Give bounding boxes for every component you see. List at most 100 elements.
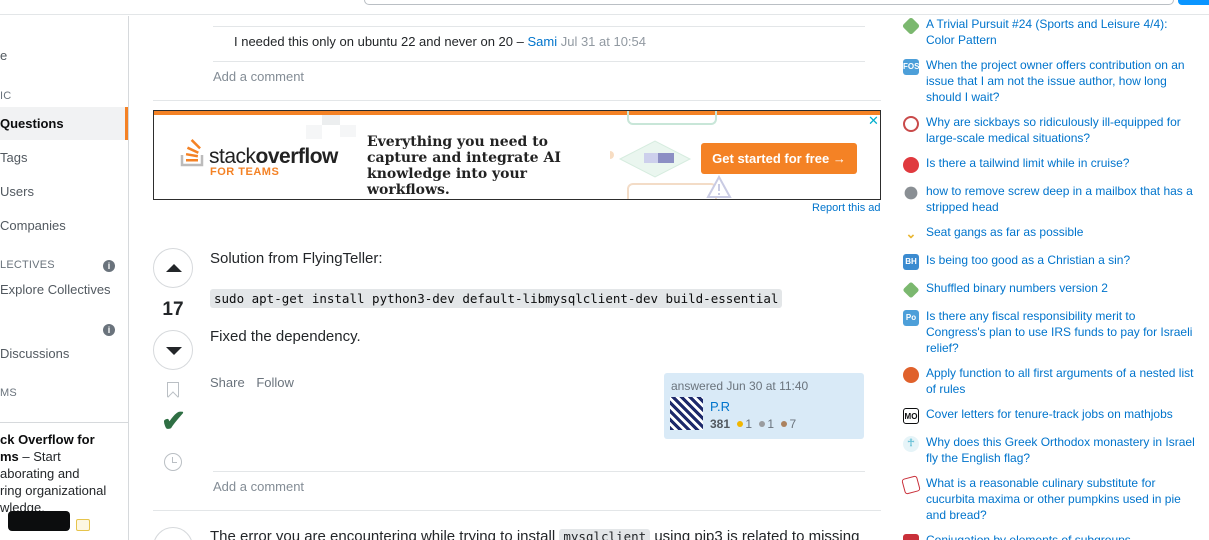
aviation-icon	[903, 157, 919, 173]
upvote-button[interactable]	[153, 527, 193, 540]
stackoverflow-logo-icon	[180, 139, 204, 167]
follow-link[interactable]: Follow	[256, 375, 294, 390]
divider	[213, 471, 865, 472]
hot-question-link[interactable]: how to remove screw deep in a mailbox th…	[926, 183, 1198, 215]
ad-headline: Everything you need to capture and integ…	[367, 134, 561, 198]
hot-question-link[interactable]: Is there a tailwind limit while in cruis…	[926, 155, 1198, 171]
info-icon[interactable]: i	[103, 324, 115, 336]
left-sidebar: e IC Questions Tags Users Companies LECT…	[0, 16, 129, 540]
sidebar-item-home[interactable]: e	[0, 48, 7, 63]
hot-question-link[interactable]: A Trivial Pursuit #24 (Sports and Leisur…	[926, 16, 1198, 48]
gold-badge-count: 1	[745, 417, 753, 431]
user-reputation: 381 1 1 7	[710, 417, 796, 431]
next-answer-text-a: The error you are encountering while try…	[210, 528, 556, 540]
teams-promo: ck Overflow for ms – Start aborating and…	[0, 422, 128, 516]
add-comment-link[interactable]: Add a comment	[213, 479, 304, 494]
hot-question-link[interactable]: Shuffled binary numbers version 2	[926, 280, 1198, 296]
ad-cta-button[interactable]: Get started for free →	[701, 143, 857, 174]
bronze-badge-count: 7	[789, 417, 797, 431]
history-icon: ☥	[903, 436, 919, 452]
code-snippet: sudo apt-get install python3-dev default…	[210, 289, 783, 308]
report-ad-link[interactable]: Report this ad	[812, 202, 880, 214]
codegolf-icon	[902, 281, 920, 299]
hot-question-link[interactable]: What is a reasonable culinary substitute…	[926, 475, 1198, 523]
hot-question-link[interactable]: When the project owner offers contributi…	[926, 57, 1198, 105]
teams-promo-title: ck Overflow for	[0, 432, 95, 447]
hot-question-link[interactable]: Cover letters for tenure-track jobs on m…	[926, 406, 1198, 422]
academia-icon: MO	[903, 408, 919, 424]
hot-question-link[interactable]: Apply function to all first arguments of…	[926, 365, 1198, 397]
signup-button[interactable]	[1178, 0, 1209, 5]
ad-diagram	[627, 111, 717, 125]
comment: I needed this only on ubuntu 22 and neve…	[234, 34, 646, 49]
christianity-icon: BH	[903, 254, 919, 270]
downvote-button[interactable]	[153, 330, 193, 370]
teams-promo-text: aborating and	[0, 466, 80, 481]
sidebar-item-users[interactable]: Users	[0, 184, 34, 199]
ad-decoration	[322, 115, 340, 125]
sidebar-item-tags[interactable]: Tags	[0, 150, 27, 165]
hot-question-link[interactable]: Is there any fiscal responsibility merit…	[926, 308, 1198, 356]
sidebar-section-teams: MS	[0, 387, 17, 399]
hot-question-link[interactable]: Why are sickbays so ridiculously ill-equ…	[926, 114, 1198, 146]
sidebar-item-discussions[interactable]: Discussions	[0, 346, 69, 361]
divider	[153, 100, 881, 101]
arrow-up-icon	[166, 264, 182, 272]
user-link[interactable]: P.R	[710, 399, 730, 414]
advertisement[interactable]: stackoverflow FOR TEAMS Everything you n…	[153, 110, 881, 200]
ad-diagram-icon	[610, 140, 692, 178]
warning-icon	[706, 175, 732, 198]
teams-try-button[interactable]	[8, 511, 70, 531]
upvote-button[interactable]	[153, 248, 193, 288]
next-answer-text: The error you are encountering while try…	[210, 528, 859, 540]
silver-badge-count: 1	[767, 417, 775, 431]
history-icon[interactable]	[164, 453, 182, 471]
hot-question-link[interactable]: Conjugation by elements of subgroups	[926, 532, 1198, 540]
sidebar-item-explore-collectives[interactable]: Explore Collectives	[0, 282, 111, 297]
divider	[153, 510, 881, 511]
add-comment-link[interactable]: Add a comment	[213, 69, 304, 84]
next-answer-text-b: using pip3 is related to missing	[654, 528, 860, 540]
sidebar-item-companies[interactable]: Companies	[0, 218, 66, 233]
reputation-score: 381	[710, 417, 731, 431]
ad-diagram	[627, 183, 717, 199]
bronze-badge-icon	[781, 421, 788, 427]
comment-time[interactable]: Jul 31 at 10:54	[561, 34, 646, 49]
sidebar-section-public: IC	[0, 90, 12, 102]
top-bar	[0, 0, 1209, 15]
close-icon[interactable]: ✕	[868, 113, 879, 129]
vote-count: 17	[162, 299, 184, 320]
bookmark-icon[interactable]	[167, 382, 179, 397]
teams-promo-text: – Start	[22, 449, 61, 464]
ad-logo-sub: FOR TEAMS	[210, 166, 280, 178]
accepted-check-icon: ✔	[161, 405, 187, 438]
silver-badge-icon	[759, 421, 766, 427]
cooking-icon	[901, 475, 921, 495]
ad-logo-a: stack	[209, 145, 256, 168]
teams-promo-text: ring organizational	[0, 483, 107, 498]
hot-question-link[interactable]: Why does this Greek Orthodox monastery i…	[926, 434, 1198, 466]
math-icon	[903, 534, 919, 540]
info-icon[interactable]: i	[103, 260, 115, 272]
inline-code: mysqlclient	[559, 529, 651, 540]
search-input[interactable]	[364, 0, 1174, 5]
divider	[213, 61, 865, 62]
answer-outro: Fixed the dependency.	[210, 328, 361, 345]
hot-question-link[interactable]: Seat gangs as far as possible	[926, 224, 1198, 240]
avatar[interactable]	[670, 397, 703, 430]
answer-intro: Solution from FlyingTeller:	[210, 250, 383, 267]
comment-text: I needed this only on ubuntu 22 and neve…	[234, 34, 524, 49]
comment-user-link[interactable]: Sami	[527, 34, 557, 49]
share-link[interactable]: Share	[210, 375, 245, 390]
politics-icon: Po	[903, 310, 919, 326]
travel-icon: ⌄	[905, 226, 917, 241]
sidebar-item-questions[interactable]: Questions	[0, 107, 128, 140]
user-card: answered Jun 30 at 11:40 P.R 381 1 1 7	[664, 373, 864, 439]
sidebar-item-label: Questions	[0, 116, 64, 131]
post-menu: Share Follow	[210, 375, 302, 390]
arrow-down-icon	[166, 347, 182, 355]
ad-decoration	[340, 125, 356, 137]
main-content: I needed this only on ubuntu 22 and neve…	[130, 16, 890, 540]
ad-decoration	[306, 125, 322, 139]
hot-question-link[interactable]: Is being too good as a Christian a sin?	[926, 252, 1198, 268]
